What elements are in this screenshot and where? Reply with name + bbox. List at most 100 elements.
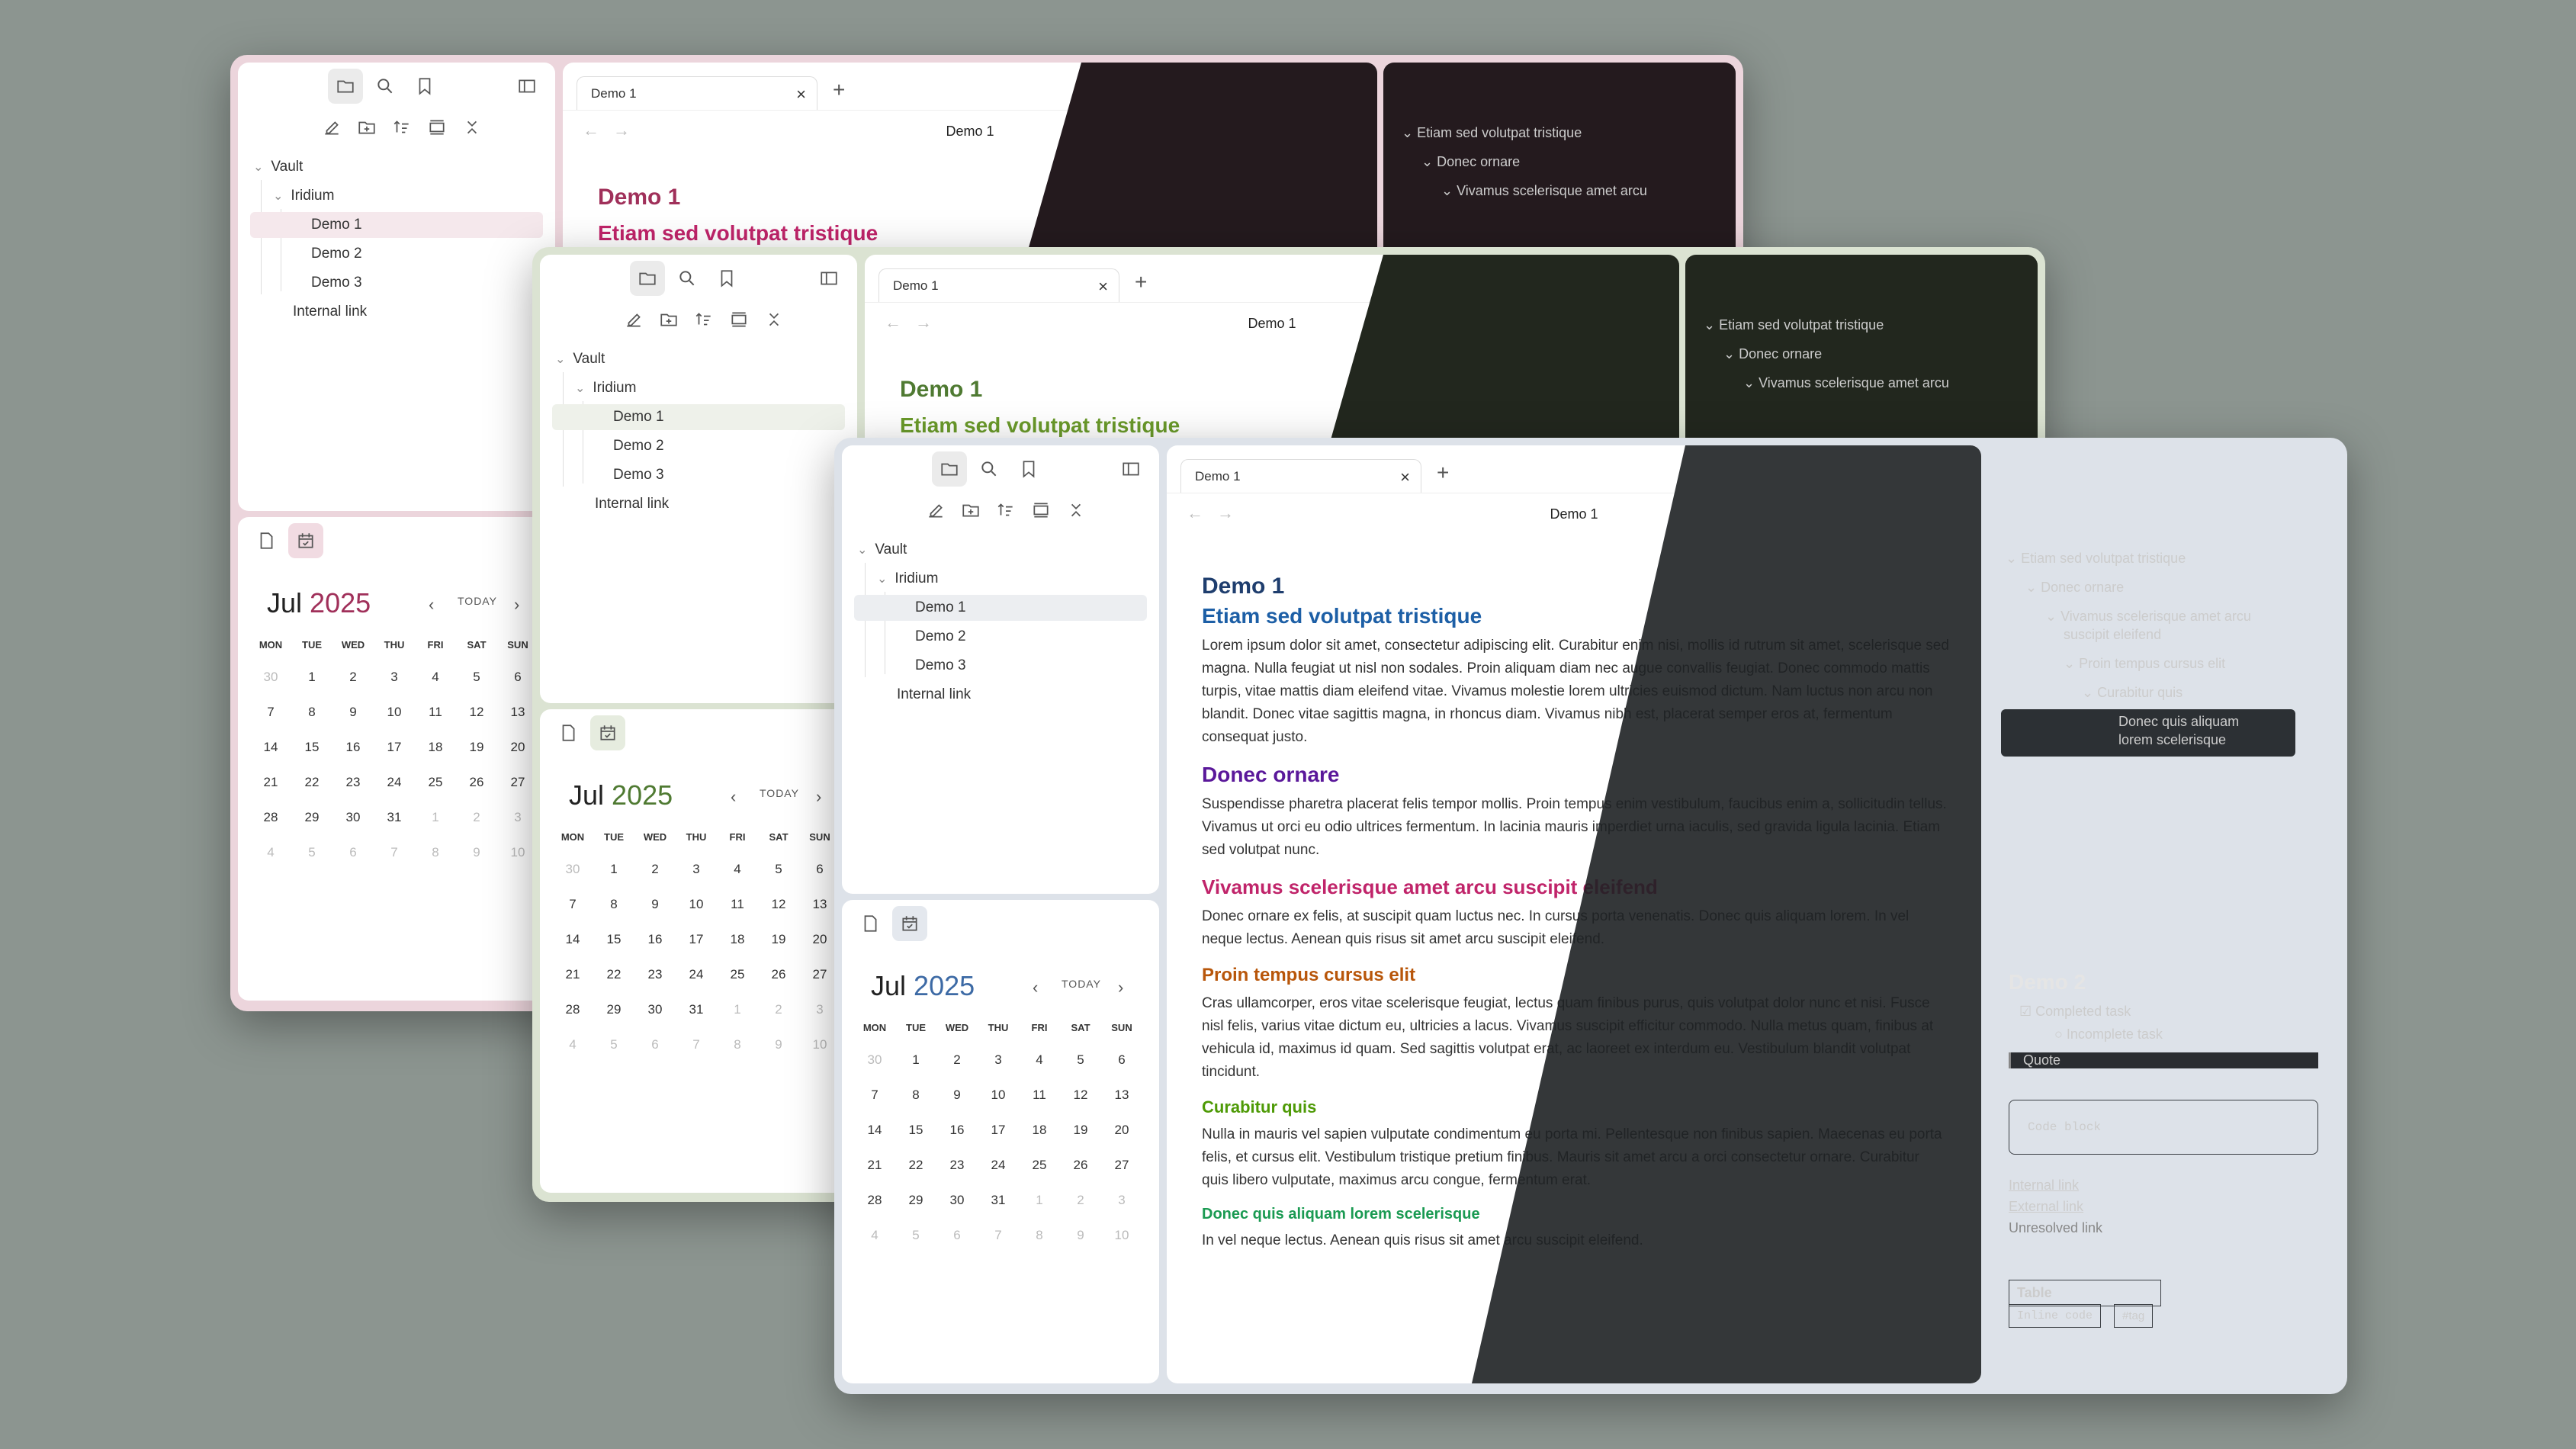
tree-item-demo-3[interactable]: Demo 3 xyxy=(915,653,966,679)
calendar-day[interactable]: 14 xyxy=(554,932,592,947)
chevron-left-icon[interactable]: ‹ xyxy=(429,595,435,615)
calendar-day[interactable]: 6 xyxy=(1103,1052,1141,1068)
tree-item-vault[interactable]: ⌄ Vault xyxy=(555,346,605,372)
outline-item-active[interactable]: Donec quis aliquam xyxy=(2118,714,2239,730)
calendar-day[interactable]: 5 xyxy=(458,670,496,685)
unresolved-link[interactable]: Unresolved link xyxy=(2009,1220,2102,1236)
calendar-day[interactable]: 1 xyxy=(1020,1193,1058,1208)
calendar-day[interactable]: 2 xyxy=(458,810,496,825)
new-tab-icon[interactable]: + xyxy=(833,78,845,102)
calendar-day[interactable]: 23 xyxy=(636,967,674,982)
chevron-left-icon[interactable]: ‹ xyxy=(1033,978,1039,998)
internal-link[interactable]: Internal link xyxy=(2009,1178,2079,1194)
calendar-day[interactable]: 6 xyxy=(801,862,839,877)
calendar-day[interactable]: 9 xyxy=(458,845,496,860)
tab-demo-1[interactable]: Demo 1 × xyxy=(878,268,1119,302)
tab-demo-1[interactable]: Demo 1 × xyxy=(1180,459,1421,493)
sort-icon[interactable] xyxy=(686,302,721,337)
today-button[interactable]: TODAY xyxy=(760,787,799,799)
calendar-day[interactable]: 31 xyxy=(375,810,413,825)
folder-icon[interactable] xyxy=(630,261,665,296)
chevron-right-icon[interactable]: › xyxy=(816,787,822,807)
sort-icon[interactable] xyxy=(988,493,1023,528)
search-icon[interactable] xyxy=(972,451,1007,487)
calendar-day[interactable]: 5 xyxy=(595,1037,633,1052)
outline-item[interactable]: ⌄ Donec ornare xyxy=(2025,580,2124,596)
calendar-day[interactable]: 8 xyxy=(416,845,454,860)
calendar-day[interactable]: 10 xyxy=(979,1088,1017,1103)
calendar-day[interactable]: 22 xyxy=(897,1158,935,1173)
tab-demo-1[interactable]: Demo 1 × xyxy=(577,76,817,110)
calendar-day[interactable]: 27 xyxy=(1103,1158,1141,1173)
calendar-day[interactable]: 24 xyxy=(979,1158,1017,1173)
calendar-day[interactable]: 7 xyxy=(677,1037,715,1052)
tree-item-demo-3[interactable]: Demo 3 xyxy=(613,462,664,488)
calendar-day[interactable]: 29 xyxy=(293,810,331,825)
outline-item[interactable]: ⌄ Proin tempus cursus elit xyxy=(2064,656,2225,672)
sort-icon[interactable] xyxy=(384,110,419,145)
calendar-day[interactable]: 8 xyxy=(1020,1228,1058,1243)
tree-item-demo-3[interactable]: Demo 3 xyxy=(311,270,362,296)
tree-item-demo-2[interactable]: Demo 2 xyxy=(311,241,362,267)
bookmark-icon[interactable] xyxy=(1011,451,1046,487)
calendar-day[interactable]: 3 xyxy=(801,1002,839,1017)
bookmark-icon[interactable] xyxy=(407,69,442,104)
calendar-day[interactable]: 30 xyxy=(334,810,372,825)
outline-item[interactable]: ⌄ Vivamus scelerisque amet arcu xyxy=(1743,375,1949,391)
outline-item[interactable]: ⌄ Vivamus scelerisque amet arcu xyxy=(1441,183,1647,199)
chevron-right-icon[interactable]: › xyxy=(1118,978,1124,998)
calendar-day[interactable]: 9 xyxy=(636,897,674,912)
calendar-day[interactable]: 7 xyxy=(252,705,290,720)
calendar-day[interactable]: 19 xyxy=(760,932,798,947)
calendar-day[interactable]: 15 xyxy=(595,932,633,947)
tree-item-iridium[interactable]: ⌄ Iridium xyxy=(273,183,334,209)
calendar-day[interactable]: 4 xyxy=(718,862,756,877)
close-icon[interactable]: × xyxy=(1400,467,1410,487)
tree-item-demo-1[interactable]: Demo 1 xyxy=(854,595,1147,621)
close-icon[interactable]: × xyxy=(796,85,806,104)
calendar-day[interactable]: 28 xyxy=(252,810,290,825)
tree-item-demo-2[interactable]: Demo 2 xyxy=(613,433,664,459)
calendar-day[interactable]: 30 xyxy=(554,862,592,877)
calendar-day[interactable]: 4 xyxy=(554,1037,592,1052)
calendar-day[interactable]: 26 xyxy=(760,967,798,982)
new-note-icon[interactable] xyxy=(314,110,349,145)
calendar-day[interactable]: 17 xyxy=(375,740,413,755)
calendar-day[interactable]: 13 xyxy=(499,705,537,720)
new-folder-icon[interactable] xyxy=(953,493,988,528)
calendar-day[interactable]: 11 xyxy=(416,705,454,720)
calendar-day[interactable]: 6 xyxy=(636,1037,674,1052)
calendar-day[interactable]: 1 xyxy=(718,1002,756,1017)
calendar-day[interactable]: 6 xyxy=(334,845,372,860)
calendar-day[interactable]: 4 xyxy=(252,845,290,860)
outline-item[interactable]: ⌄ Donec ornare xyxy=(1421,154,1520,170)
outline-item[interactable]: ⌄ Curabitur quis xyxy=(2082,685,2183,701)
calendar-day[interactable]: 4 xyxy=(1020,1052,1058,1068)
calendar-day[interactable]: 7 xyxy=(979,1228,1017,1243)
calendar-day[interactable]: 13 xyxy=(801,897,839,912)
calendar-day[interactable]: 1 xyxy=(897,1052,935,1068)
calendar-day[interactable]: 6 xyxy=(499,670,537,685)
calendar-day[interactable]: 15 xyxy=(293,740,331,755)
tree-item-internal-link[interactable]: Internal link xyxy=(595,491,669,517)
calendar-day[interactable]: 20 xyxy=(801,932,839,947)
calendar-day[interactable]: 18 xyxy=(416,740,454,755)
calendar-day[interactable]: 11 xyxy=(718,897,756,912)
calendar-day[interactable]: 3 xyxy=(1103,1193,1141,1208)
calendar-day[interactable]: 5 xyxy=(897,1228,935,1243)
calendar-day[interactable]: 7 xyxy=(375,845,413,860)
calendar-day[interactable]: 12 xyxy=(1062,1088,1100,1103)
calendar-day[interactable]: 18 xyxy=(718,932,756,947)
calendar-day[interactable]: 30 xyxy=(856,1052,894,1068)
today-button[interactable]: TODAY xyxy=(458,595,497,607)
calendar-day[interactable]: 19 xyxy=(1062,1123,1100,1138)
calendar-day[interactable]: 21 xyxy=(856,1158,894,1173)
calendar-day[interactable]: 14 xyxy=(856,1123,894,1138)
close-icon[interactable]: × xyxy=(1098,277,1108,297)
new-tab-icon[interactable]: + xyxy=(1135,270,1147,294)
sidebar-toggle-icon[interactable] xyxy=(509,69,544,104)
today-button[interactable]: TODAY xyxy=(1062,978,1101,990)
calendar-day[interactable]: 27 xyxy=(499,775,537,790)
calendar-day[interactable]: 4 xyxy=(856,1228,894,1243)
folder-icon[interactable] xyxy=(932,451,967,487)
